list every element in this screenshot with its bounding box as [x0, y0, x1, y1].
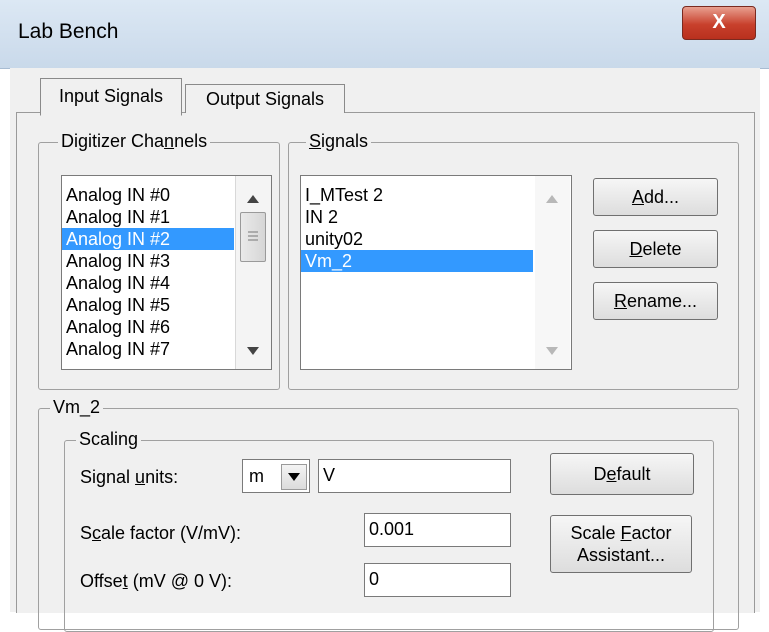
list-item[interactable]: unity02: [301, 228, 533, 250]
offset-field[interactable]: 0: [364, 563, 511, 597]
scroll-up-arrow-icon[interactable]: [545, 194, 559, 204]
list-item-selected[interactable]: Vm_2: [301, 250, 533, 272]
units-field[interactable]: V: [318, 459, 511, 493]
close-icon: X: [712, 11, 726, 33]
signals-list-scrollbar[interactable]: [535, 176, 570, 369]
list-item[interactable]: Analog IN #5: [62, 294, 234, 316]
list-item[interactable]: I_MTest 2: [301, 184, 533, 206]
close-button[interactable]: X: [682, 6, 756, 40]
signal-items: I_MTest 2 IN 2 unity02 Vm_2: [301, 184, 533, 272]
selected-signal-legend: Vm_2: [50, 396, 104, 418]
scroll-grip-icon: [248, 231, 258, 241]
delete-button[interactable]: Delete: [593, 230, 718, 268]
scroll-down-arrow-icon[interactable]: [545, 346, 559, 356]
scale-factor-label: Scale factor (V/mV):: [80, 523, 242, 543]
assistant-line-2: Assistant...: [576, 545, 666, 565]
window-title: Lab Bench: [18, 20, 119, 43]
scaling-legend: Scaling: [76, 428, 142, 450]
scroll-up-arrow-icon[interactable]: [246, 194, 260, 204]
signals-list[interactable]: I_MTest 2 IN 2 unity02 Vm_2: [300, 175, 572, 370]
assistant-line-1: Scale Factor: [570, 523, 672, 543]
offset-label: Offset (mV @ 0 V):: [80, 571, 233, 591]
list-item[interactable]: Analog IN #7: [62, 338, 234, 360]
signals-legend: Signals: [306, 130, 372, 152]
channel-items: Analog IN #0 Analog IN #1 Analog IN #2 A…: [62, 184, 234, 360]
chevron-down-icon: [288, 473, 300, 481]
tab-output-signals[interactable]: Output Signals: [185, 84, 345, 113]
list-item[interactable]: Analog IN #6: [62, 316, 234, 338]
list-item[interactable]: IN 2: [301, 206, 533, 228]
list-item[interactable]: Analog IN #3: [62, 250, 234, 272]
units-prefix-select[interactable]: m: [242, 459, 310, 493]
default-button[interactable]: Default: [550, 453, 694, 495]
signal-units-label: Signal units:: [80, 467, 179, 487]
digitizer-channel-list[interactable]: Analog IN #0 Analog IN #1 Analog IN #2 A…: [61, 175, 272, 370]
dropdown-button[interactable]: [281, 464, 307, 490]
scale-factor-assistant-button[interactable]: Scale Factor Assistant...: [550, 515, 692, 573]
tab-input-signals[interactable]: Input Signals: [40, 78, 182, 116]
scale-factor-field[interactable]: 0.001: [364, 513, 511, 547]
channel-list-scrollbar[interactable]: [235, 176, 271, 369]
scroll-down-arrow-icon[interactable]: [246, 346, 260, 356]
list-item[interactable]: Analog IN #4: [62, 272, 234, 294]
rename-button[interactable]: Rename...: [593, 282, 718, 320]
digitizer-channels-legend: Digitizer Channels: [58, 130, 211, 152]
list-item[interactable]: Analog IN #1: [62, 206, 234, 228]
list-item-selected[interactable]: Analog IN #2: [62, 228, 234, 250]
add-button[interactable]: Add...: [593, 178, 718, 216]
list-item[interactable]: Analog IN #0: [62, 184, 234, 206]
scroll-thumb[interactable]: [240, 212, 266, 262]
